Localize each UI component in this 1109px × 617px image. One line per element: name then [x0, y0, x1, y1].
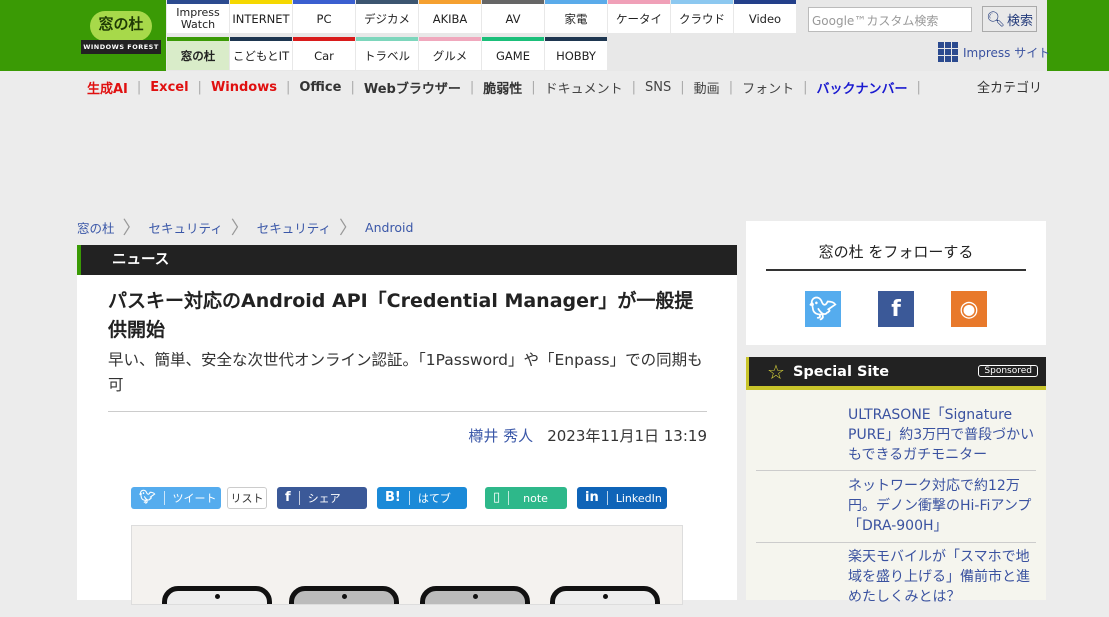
- chevron-right-icon: 〉: [339, 218, 358, 239]
- impress-site-label: Impress サイト: [963, 45, 1051, 60]
- nav-link[interactable]: 脆弱性: [474, 78, 531, 97]
- byline: 樽井 秀人 2023年11月1日 13:19: [468, 425, 707, 446]
- special-site-header: ☆ Special Site Sponsored: [746, 357, 1046, 390]
- search-button-label: 検索: [1007, 13, 1034, 29]
- divider: [766, 269, 1026, 271]
- category-nav: 生成AI | Excel | Windows | Office | Webブラウザー | 脆弱性 | ド…: [87, 78, 921, 97]
- all-categories-link[interactable]: 全カテゴリ: [977, 77, 1042, 96]
- nav-link[interactable]: Excel: [141, 80, 197, 95]
- nav-tab[interactable]: GAME: [482, 37, 544, 70]
- hatena-icon: B!: [385, 491, 410, 505]
- chevron-right-icon: 〉: [230, 218, 249, 239]
- special-site-title: Special Site: [792, 363, 890, 380]
- phone-image: [420, 586, 530, 604]
- twitter-icon: 🐦︎: [139, 491, 165, 505]
- article-image[interactable]: [131, 525, 683, 605]
- facebook-icon: f: [285, 491, 300, 505]
- linkedin-icon: in: [585, 491, 608, 505]
- nav-tab[interactable]: 家電: [545, 0, 607, 33]
- special-item[interactable]: ネットワーク対応で約12万円。デノン衝撃のHi-Fiアンプ「DRA-900H」: [756, 476, 1036, 543]
- nav-tab[interactable]: デジカメ: [356, 0, 418, 33]
- nav-link[interactable]: バックナンバー: [807, 78, 916, 97]
- nav-tab[interactable]: Impress Watch: [167, 0, 229, 33]
- tweet-button[interactable]: 🐦︎ ツイート: [131, 487, 221, 509]
- special-item[interactable]: ULTRASONE「Signature PURE」約3万円で普段づかいもできるガ…: [756, 405, 1036, 471]
- nav-tab[interactable]: クラウド: [671, 0, 733, 33]
- nav-tab[interactable]: HOBBY: [545, 37, 607, 70]
- facebook-share-button[interactable]: f シェア: [277, 487, 367, 509]
- nav-link[interactable]: フォント: [733, 78, 803, 97]
- note-icon: ▯: [493, 491, 510, 505]
- section-header: ニュース: [77, 245, 737, 275]
- author-link[interactable]: 樽井 秀人: [468, 427, 533, 445]
- rss-icon[interactable]: ◉: [951, 291, 987, 327]
- breadcrumb-link[interactable]: セキュリティ: [149, 218, 223, 237]
- nav-link[interactable]: 動画: [685, 78, 729, 97]
- grid-icon: [938, 42, 958, 62]
- linkedin-label: LinkedIn: [615, 491, 662, 505]
- breadcrumb: 窓の杜〉セキュリティ〉セキュリティ〉 Android: [77, 214, 413, 240]
- divider: [108, 411, 707, 412]
- breadcrumb-link[interactable]: 窓の杜: [77, 218, 115, 237]
- facebook-icon[interactable]: f: [878, 291, 914, 327]
- site-logo[interactable]: 窓の杜 WINDOWS FOREST: [81, 11, 161, 56]
- linkedin-button[interactable]: in LinkedIn: [577, 487, 667, 509]
- star-icon: ☆: [767, 359, 785, 384]
- nav-link[interactable]: Office: [290, 80, 350, 95]
- article: ニュース パスキー対応のAndroid API「Credential Manag…: [77, 245, 737, 605]
- twitter-icon[interactable]: 🐦︎: [805, 291, 841, 327]
- note-label: note: [523, 491, 548, 505]
- nav-tab[interactable]: Video: [734, 0, 796, 33]
- nav-link[interactable]: ドキュメント: [536, 78, 632, 97]
- nav-link[interactable]: SNS: [636, 80, 680, 95]
- note-button[interactable]: ▯ note: [485, 487, 567, 509]
- hatena-button[interactable]: B! はてブ: [377, 487, 467, 509]
- nav-tab[interactable]: AKIBA: [419, 0, 481, 33]
- nav-tab[interactable]: 窓の杜: [167, 37, 229, 70]
- nav-separator: |: [916, 79, 921, 95]
- article-title: パスキー対応のAndroid API「Credential Manager」が一…: [108, 290, 694, 341]
- follow-title: 窓の杜 をフォローする: [818, 243, 974, 261]
- nav-tab[interactable]: Car: [293, 37, 355, 70]
- special-item[interactable]: 楽天モバイルが「スマホで地域を盛り上げる」備前市と進めたしくみとは？: [756, 547, 1036, 617]
- nav-link[interactable]: Windows: [202, 80, 286, 95]
- article-subtitle: 早い、簡単、安全な次世代オンライン認証。「1Password」や「Enpass」…: [108, 351, 703, 394]
- nav-link[interactable]: 生成AI: [87, 78, 137, 97]
- list-button[interactable]: リスト: [227, 487, 267, 509]
- logo-mark: 窓の杜: [90, 11, 152, 41]
- sponsored-badge: Sponsored: [978, 365, 1038, 377]
- publish-date: 2023年11月1日 13:19: [547, 427, 707, 445]
- impress-site-link[interactable]: Impress サイト: [938, 42, 1050, 62]
- phone-image: [550, 586, 660, 604]
- breadcrumb-link[interactable]: Android: [365, 220, 413, 235]
- nav-tab[interactable]: こどもとIT: [230, 37, 292, 70]
- search-icon: 🔍︎: [985, 10, 1006, 28]
- header-green-right: [1047, 0, 1109, 71]
- nav-tab[interactable]: AV: [482, 0, 544, 33]
- nav-tab[interactable]: グルメ: [419, 37, 481, 70]
- chevron-right-icon: 〉: [122, 218, 141, 239]
- nav-tab[interactable]: ケータイ: [608, 0, 670, 33]
- nav-tab[interactable]: INTERNET: [230, 0, 292, 33]
- facebook-label: シェア: [307, 492, 341, 505]
- phone-image: [162, 586, 272, 604]
- logo-subtitle: WINDOWS FOREST: [81, 40, 161, 54]
- phone-image: [289, 586, 399, 604]
- nav-link[interactable]: Webブラウザー: [355, 78, 470, 97]
- hatena-label: はてブ: [417, 492, 451, 505]
- site-header: 窓の杜 WINDOWS FOREST Impress Watch INTERNET…: [0, 0, 1109, 71]
- follow-panel: 窓の杜 をフォローする 🐦︎ f ◉: [746, 221, 1046, 345]
- special-site-panel: ☆ Special Site Sponsored ULTRASONE「Signa…: [746, 357, 1046, 605]
- nav-tab[interactable]: トラベル: [356, 37, 418, 70]
- nav-tab[interactable]: PC: [293, 0, 355, 33]
- tweet-label: ツイート: [172, 492, 217, 505]
- search-input[interactable]: Google™カスタム検索: [808, 7, 972, 32]
- breadcrumb-link[interactable]: セキュリティ: [257, 218, 331, 237]
- search-button[interactable]: 🔍︎ 検索: [982, 6, 1037, 32]
